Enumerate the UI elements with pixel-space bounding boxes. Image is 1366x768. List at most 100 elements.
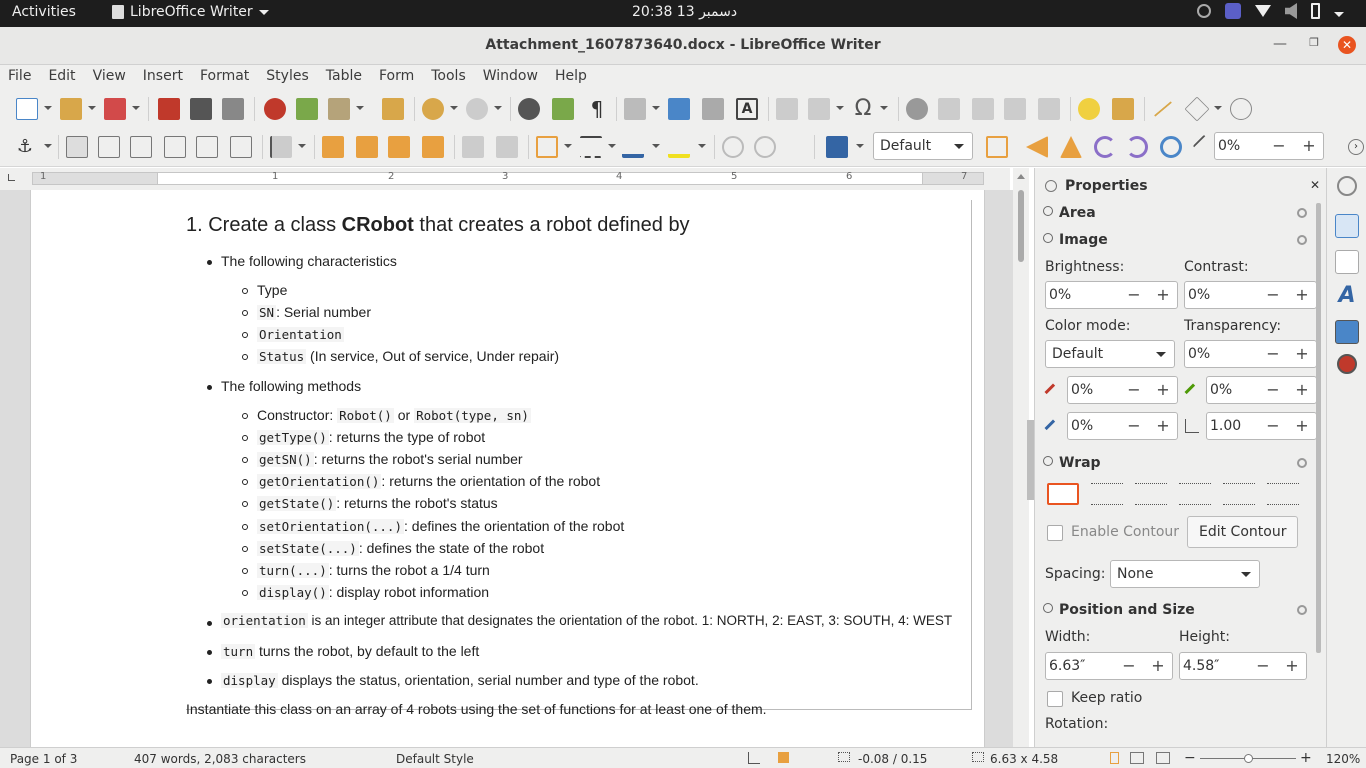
menu-insert[interactable]: Insert bbox=[143, 65, 192, 89]
wrap-optimal-button[interactable] bbox=[1135, 483, 1167, 505]
endnote-icon[interactable] bbox=[972, 98, 994, 120]
wifi-icon[interactable] bbox=[1255, 5, 1271, 17]
multi-page-view-icon[interactable] bbox=[1130, 752, 1144, 764]
link-frames-icon[interactable] bbox=[722, 136, 744, 158]
send-to-back-icon[interactable] bbox=[422, 136, 444, 158]
image-transparency-field[interactable]: 0% − + bbox=[1184, 340, 1317, 368]
transparency-field[interactable]: 0% − + bbox=[1214, 132, 1324, 160]
wrap-after-button[interactable] bbox=[1223, 483, 1255, 505]
cross-reference-icon[interactable] bbox=[1038, 98, 1060, 120]
open-folder-icon[interactable] bbox=[60, 98, 82, 120]
plus-button[interactable]: + bbox=[1149, 282, 1177, 308]
close-icon[interactable]: ✕ bbox=[1310, 178, 1320, 192]
whatsapp-icon[interactable] bbox=[1197, 4, 1211, 18]
flip-vertical-icon[interactable] bbox=[1026, 136, 1048, 158]
comment-icon[interactable] bbox=[1078, 98, 1100, 120]
forward-one-icon[interactable] bbox=[356, 136, 378, 158]
sidebar-settings-icon[interactable] bbox=[1337, 176, 1357, 196]
rotate-left-icon[interactable] bbox=[1094, 136, 1116, 158]
insert-mode-icon[interactable] bbox=[748, 752, 760, 764]
background-color-icon[interactable] bbox=[668, 136, 690, 158]
footnote-icon[interactable] bbox=[938, 98, 960, 120]
menu-edit[interactable]: Edit bbox=[48, 65, 84, 89]
menu-file[interactable]: File bbox=[8, 65, 40, 89]
hyperlink-icon[interactable] bbox=[906, 98, 928, 120]
enable-contour-checkbox[interactable] bbox=[1047, 525, 1063, 541]
wrap-optimal-icon[interactable] bbox=[130, 136, 152, 158]
contrast-field[interactable]: 0% − + bbox=[1184, 281, 1317, 309]
page[interactable]: 1. Create a class CRobot that creates a … bbox=[30, 190, 985, 747]
red-field[interactable]: 0% − + bbox=[1067, 376, 1178, 404]
height-field[interactable]: 4.58″ − + bbox=[1179, 652, 1307, 680]
menu-tools[interactable]: Tools bbox=[431, 65, 475, 89]
app-menu[interactable]: LibreOffice Writer bbox=[112, 4, 269, 20]
page-indicator[interactable]: Page 1 of 3 bbox=[10, 752, 77, 766]
menu-form[interactable]: Form bbox=[379, 65, 423, 89]
menu-styles[interactable]: Styles bbox=[266, 65, 317, 89]
plus-button[interactable]: + bbox=[1288, 377, 1316, 403]
image-mode-icon[interactable] bbox=[826, 136, 848, 158]
plus-button[interactable]: + bbox=[1288, 413, 1316, 439]
section-wrap[interactable]: Wrap bbox=[1043, 455, 1101, 471]
document-modified-icon[interactable] bbox=[778, 752, 789, 763]
document-area[interactable]: 1. Create a class CRobot that creates a … bbox=[0, 190, 1013, 747]
rotate-icon[interactable] bbox=[1160, 136, 1182, 158]
activities-button[interactable]: Activities bbox=[12, 4, 76, 20]
zoom-slider-thumb[interactable] bbox=[1244, 754, 1253, 763]
toolbar-overflow-icon[interactable]: › bbox=[1348, 139, 1364, 155]
menu-help[interactable]: Help bbox=[555, 65, 596, 89]
wrap-off-icon[interactable] bbox=[66, 136, 88, 158]
gallery-tab-icon[interactable] bbox=[1335, 320, 1359, 344]
copy-icon[interactable] bbox=[296, 98, 318, 120]
book-view-icon[interactable] bbox=[1156, 752, 1170, 764]
zoom-in-button[interactable]: + bbox=[1300, 750, 1312, 766]
flip-horizontal-icon[interactable] bbox=[1060, 136, 1082, 158]
line-icon[interactable] bbox=[1153, 101, 1173, 117]
transparency-icon[interactable] bbox=[1192, 134, 1216, 158]
teams-icon[interactable] bbox=[1225, 3, 1241, 19]
minus-button[interactable]: − bbox=[1265, 133, 1293, 159]
gear-icon[interactable] bbox=[1297, 208, 1307, 218]
border-color-icon[interactable] bbox=[622, 136, 644, 158]
minus-button[interactable]: − bbox=[1120, 413, 1148, 439]
plus-button[interactable]: + bbox=[1295, 133, 1323, 159]
clone-formatting-icon[interactable] bbox=[382, 98, 404, 120]
minus-button[interactable]: − bbox=[1259, 341, 1287, 367]
align-objects-icon[interactable] bbox=[270, 136, 292, 158]
new-document-icon[interactable] bbox=[16, 98, 38, 120]
edit-contour-button[interactable]: Edit Contour bbox=[1187, 516, 1299, 548]
special-character-icon[interactable]: Ω bbox=[852, 98, 874, 120]
bring-to-front-icon[interactable] bbox=[322, 136, 344, 158]
close-button[interactable]: ✕ bbox=[1338, 36, 1356, 54]
plus-button[interactable]: + bbox=[1144, 653, 1172, 679]
section-image[interactable]: Image bbox=[1043, 232, 1108, 248]
to-foreground-icon[interactable] bbox=[462, 136, 484, 158]
export-pdf-icon[interactable] bbox=[158, 98, 180, 120]
width-field[interactable]: 6.63″ − + bbox=[1045, 652, 1173, 680]
keep-ratio-checkbox[interactable] bbox=[1047, 691, 1063, 707]
horizontal-ruler[interactable]: 1 1 2 3 4 5 6 7 bbox=[0, 168, 1010, 190]
system-tray[interactable] bbox=[1197, 3, 1344, 19]
menu-view[interactable]: View bbox=[93, 65, 135, 89]
back-one-icon[interactable] bbox=[388, 136, 410, 158]
wrap-before-button[interactable] bbox=[1179, 483, 1211, 505]
zoom-level[interactable]: 120% bbox=[1326, 752, 1360, 766]
spacing-select[interactable]: None bbox=[1110, 560, 1260, 588]
wrap-none-button[interactable] bbox=[1047, 483, 1079, 505]
clock[interactable]: 20:38 13 دسمبر bbox=[632, 4, 737, 20]
find-replace-icon[interactable] bbox=[518, 98, 540, 120]
paste-icon[interactable] bbox=[328, 98, 350, 120]
basic-shapes-icon[interactable] bbox=[1184, 96, 1210, 122]
navigator-tab-icon[interactable] bbox=[1337, 354, 1357, 374]
print-preview-icon[interactable] bbox=[222, 98, 244, 120]
wrap-through-button[interactable] bbox=[1267, 483, 1299, 505]
formatting-marks-icon[interactable]: ¶ bbox=[586, 98, 608, 120]
minus-button[interactable]: − bbox=[1259, 413, 1287, 439]
frame-style-combo[interactable]: Default bbox=[873, 132, 973, 160]
wrap-through-icon[interactable] bbox=[230, 136, 252, 158]
word-count[interactable]: 407 words, 2,083 characters bbox=[134, 752, 306, 766]
unlink-frames-icon[interactable] bbox=[754, 136, 776, 158]
save-icon[interactable] bbox=[104, 98, 126, 120]
spelling-icon[interactable] bbox=[552, 98, 574, 120]
anchor-icon[interactable]: ⚓ bbox=[14, 136, 36, 158]
